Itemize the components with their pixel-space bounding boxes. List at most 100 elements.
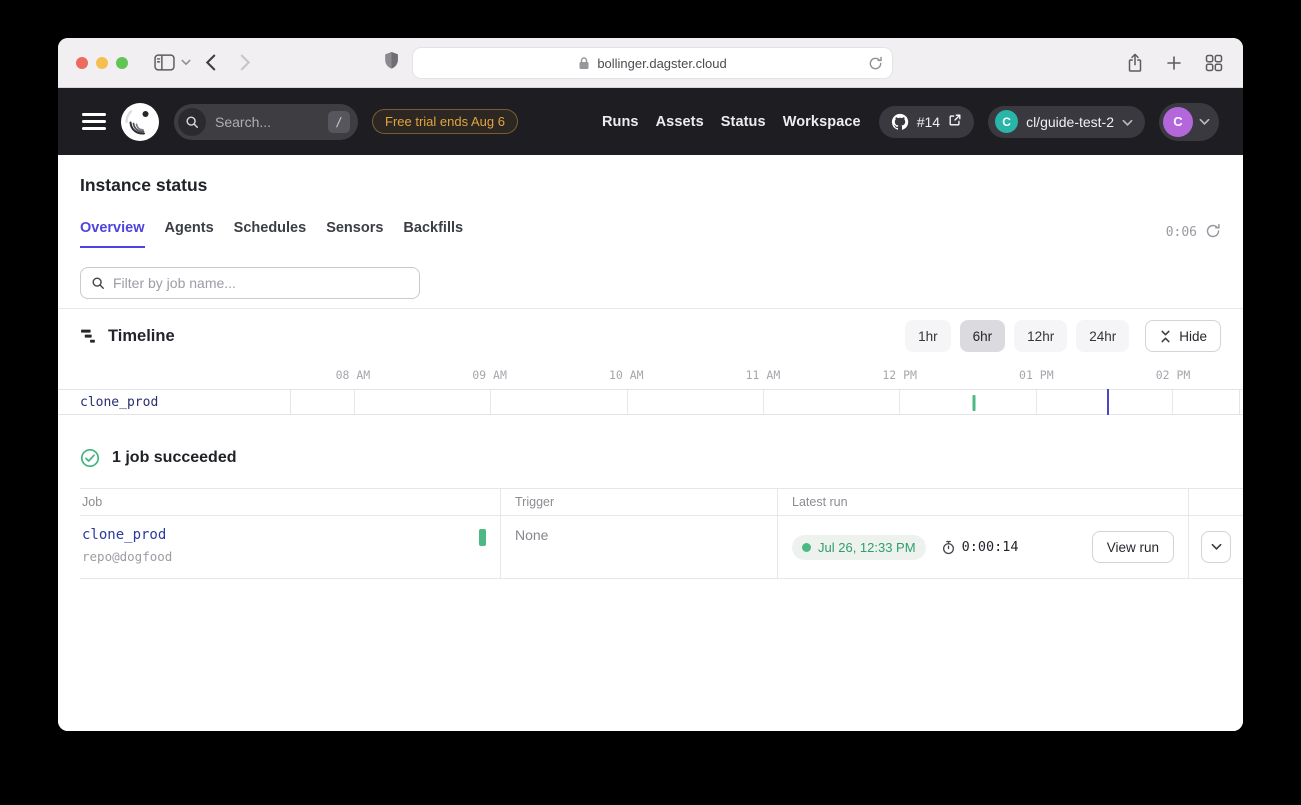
reload-icon[interactable] [868,56,883,71]
range-button-24hr[interactable]: 24hr [1076,320,1129,352]
url-text: bollinger.dagster.cloud [597,56,726,71]
zoom-button[interactable] [116,57,128,69]
table-row: clone_prod repo@dogfood None Jul 26, 12:… [80,516,1243,579]
address-bar[interactable]: bollinger.dagster.cloud [412,47,893,79]
range-buttons: 1hr 6hr12hr 24hr [905,320,1129,352]
search-icon [91,276,105,290]
summary-heading: 1 job succeeded [112,449,237,467]
global-search[interactable]: Search... / [174,104,358,140]
run-time-label: Jul 26, 12:33 PM [818,540,916,555]
job-filter-input[interactable] [113,275,409,291]
tab-agents[interactable]: Agents [165,220,214,248]
job-status-tag[interactable] [479,529,486,546]
browser-actions [1127,38,1223,88]
axis-hour-label-08-am: 08 AM [336,368,371,382]
tab-sensors[interactable]: Sensors [326,220,383,248]
chevron-down-icon [1211,543,1222,551]
col-header-job: Job [80,489,500,515]
chevron-down-icon [1122,114,1133,130]
timeline-title: Timeline [108,327,175,346]
dagster-logo[interactable] [120,102,160,142]
menu-icon[interactable] [82,109,106,134]
run-success-tick[interactable] [973,395,976,411]
sidebar-chevron-icon[interactable] [181,59,191,66]
jobs-table: Job Trigger Latest run clone_prod repo@d… [80,488,1243,579]
timeline-axis: 08 AM 09 AM 10 AM 11 AM 12 PM 01 PM 02 PM [58,359,1243,389]
tab-overview[interactable]: Overview [80,220,145,248]
page-content: Instance status Overview Agents Schedules S… [58,155,1243,731]
workspace-switcher[interactable]: C cl/guide-test-2 [988,106,1145,138]
col-header-latest-run: Latest run [777,489,1188,515]
table-header: Job Trigger Latest run [80,488,1243,516]
browser-toolbar: bollinger.dagster.cloud [58,38,1243,88]
tab-backfills[interactable]: Backfills [403,220,463,248]
axis-hour-label-09-am: 09 AM [472,368,507,382]
range-button-1hr[interactable]: 1hr [905,320,951,352]
search-icon [178,108,206,136]
share-icon[interactable] [1127,53,1143,73]
latest-run-cell: Jul 26, 12:33 PM 0:00:14 View run [777,516,1188,578]
nav-item-runs[interactable]: Runs [602,114,639,130]
job-filter-field[interactable] [80,267,420,299]
hour-gridline [627,390,628,414]
new-tab-icon[interactable] [1166,55,1182,71]
timeline-job-label[interactable]: clone_prod [80,395,158,410]
workspace-avatar: C [995,110,1018,133]
page-title: Instance status [58,155,1243,196]
hide-timeline-button[interactable]: Hide [1145,320,1221,352]
run-time-badge[interactable]: Jul 26, 12:33 PM [792,535,926,560]
nav-item-workspace[interactable]: Workspace [783,114,861,130]
hour-gridline [354,390,355,414]
nav-item-assets[interactable]: Assets [656,114,704,130]
axis-hour-label-12-pm: 12 PM [882,368,917,382]
collapse-icon [1159,330,1172,343]
user-menu[interactable]: C [1159,103,1219,141]
success-dot-icon [802,543,811,552]
page-tabs: Overview Agents Schedules Sensors Backfills [80,220,463,248]
hour-gridline [899,390,900,414]
range-button-12hr[interactable]: 12hr [1014,320,1067,352]
axis-hour-label-11-am: 11 AM [746,368,781,382]
lock-icon [578,56,590,70]
current-time-line [1107,389,1109,415]
close-button[interactable] [76,57,88,69]
axis-hour-label-01-pm: 01 PM [1019,368,1054,382]
view-run-button[interactable]: View run [1092,531,1174,563]
workspace-label: cl/guide-test-2 [1026,114,1114,130]
refresh-icon[interactable] [1205,223,1221,242]
hour-gridline [1172,390,1173,414]
minimize-button[interactable] [96,57,108,69]
timeline-row[interactable]: clone_prod [58,389,1243,415]
refresh-countdown: 0:06 [1166,225,1197,240]
github-icon [891,113,909,131]
tabs-row: OverviewAgentsSchedulesSensorsBackfills … [80,220,1221,248]
col-header-trigger: Trigger [500,489,777,515]
job-cell: clone_prod repo@dogfood [80,516,500,578]
nav-item-status[interactable]: Status [721,114,766,130]
range-button-6hr[interactable]: 6hr [960,320,1006,352]
sidebar-toggle-icon[interactable] [154,54,175,71]
back-button[interactable] [205,54,216,71]
browser-window: bollinger.dagster.cloud [58,38,1243,731]
privacy-shield-icon[interactable] [383,51,400,70]
duration-value: 0:00:14 [962,539,1019,555]
github-version-pill[interactable]: #14 [879,106,974,138]
search-placeholder: Search... [215,114,319,130]
window-controls [76,57,128,69]
waterfall-icon [80,328,97,345]
job-location: repo@dogfood [82,549,486,564]
chevron-down-icon [1199,113,1210,131]
hide-label: Hide [1179,329,1207,344]
search-shortcut-key: / [328,111,350,133]
forward-button[interactable] [240,54,251,71]
job-link[interactable]: clone_prod [82,527,486,543]
tab-schedules[interactable]: Schedules [234,220,307,248]
jobs-summary: 1 job succeeded [80,448,1221,468]
axis-hour-label-02-pm: 02 PM [1156,368,1191,382]
timeline-track [290,390,1240,414]
trial-badge[interactable]: Free trial ends Aug 6 [372,109,518,134]
check-circle-icon [80,448,100,468]
tab-overview-icon[interactable] [1205,54,1223,72]
axis-hour-label-10-am: 10 AM [609,368,644,382]
row-menu-button[interactable] [1201,531,1231,563]
